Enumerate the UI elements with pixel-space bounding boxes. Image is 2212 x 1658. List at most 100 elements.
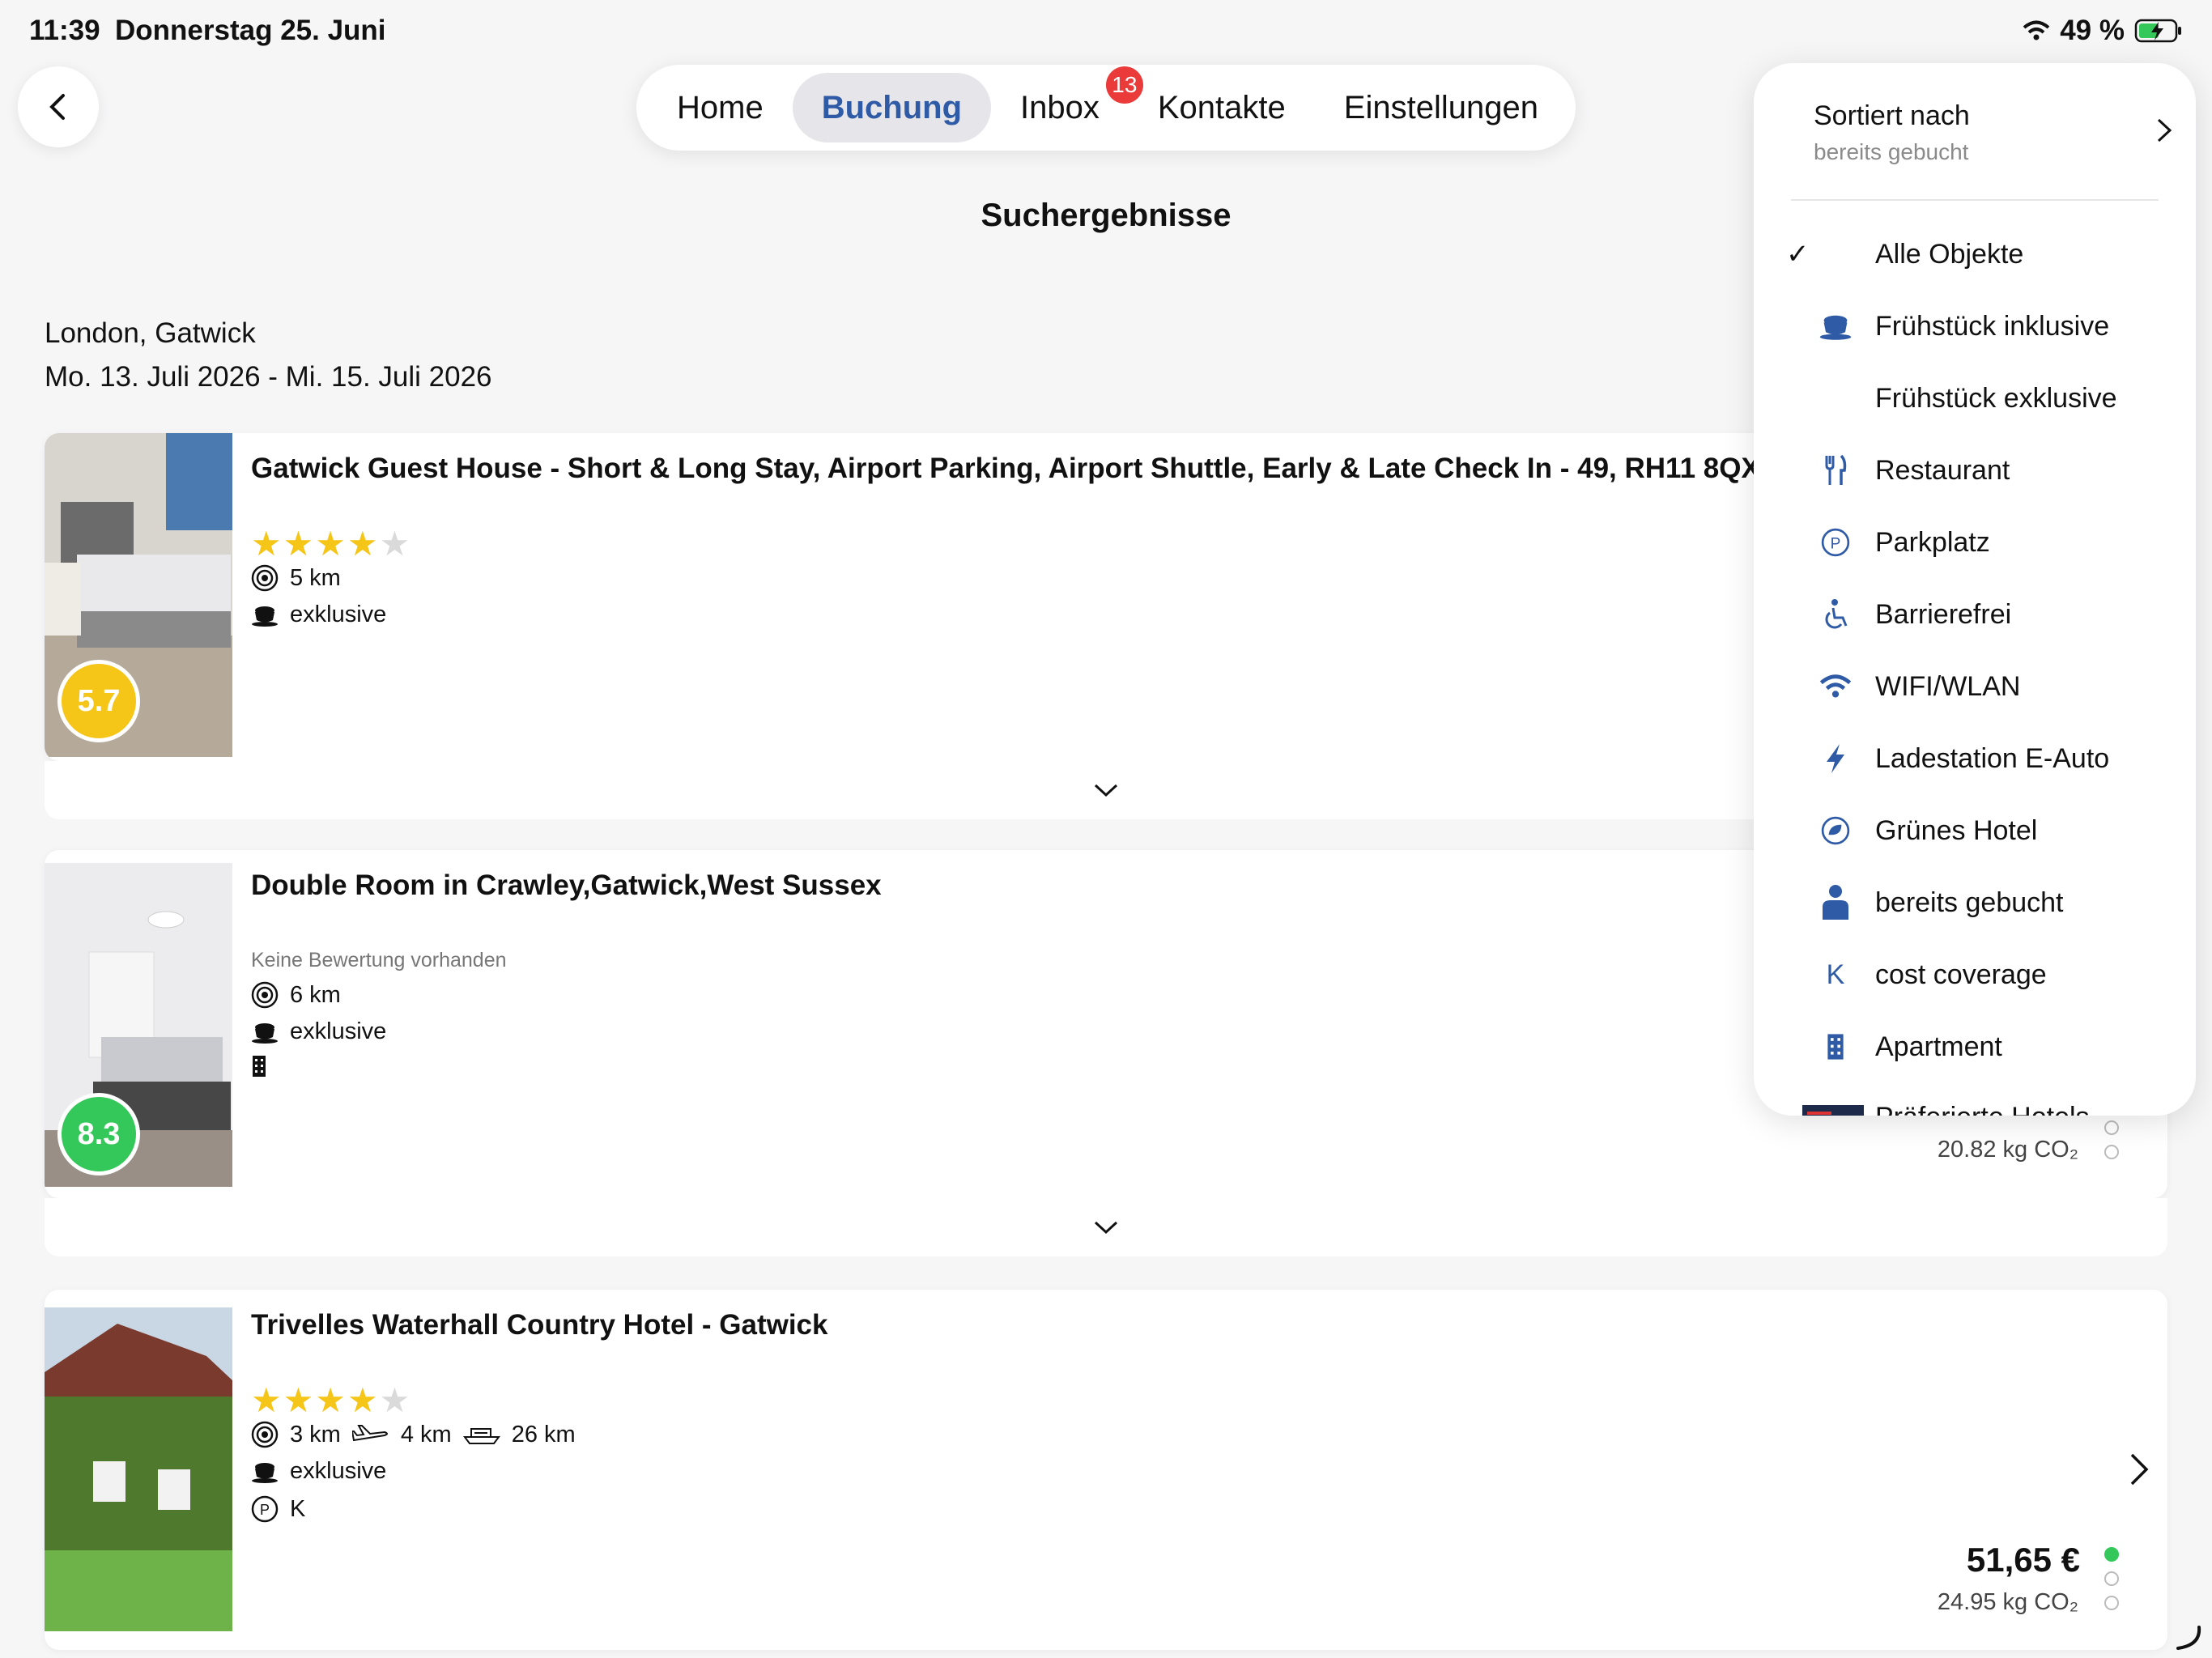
price: 51,65 € bbox=[1966, 1541, 2080, 1579]
filter-item-parkplatz[interactable]: P Parkplatz bbox=[1754, 507, 2196, 578]
filter-item-bereits-gebucht[interactable]: bereits gebucht bbox=[1754, 867, 2196, 938]
back-button[interactable] bbox=[18, 66, 99, 147]
status-bar: 11:39 Donnerstag 25. Juni 49 % bbox=[0, 0, 2212, 65]
breakfast-value: exklusive bbox=[290, 602, 387, 627]
tab-inbox[interactable]: Inbox 13 bbox=[991, 66, 1143, 142]
parking-icon: P bbox=[251, 1495, 279, 1523]
distance-value: 3 km bbox=[290, 1421, 341, 1448]
breakfast-value: exklusive bbox=[290, 1458, 387, 1484]
divider bbox=[1791, 199, 2159, 201]
filter-item-label: Parkplatz bbox=[1875, 526, 1990, 558]
parking-icon: P bbox=[1817, 524, 1854, 561]
breakfast-row: exklusive bbox=[251, 1458, 386, 1485]
building-icon bbox=[1817, 1028, 1854, 1065]
search-dates: Mo. 13. Juli 2026 - Mi. 15. Juli 2026 bbox=[45, 361, 492, 393]
breakfast-row: exklusive bbox=[251, 602, 386, 628]
loading-spinner-icon bbox=[2176, 1626, 2201, 1650]
battery-percentage: 49 % bbox=[2060, 15, 2125, 46]
target-icon bbox=[251, 1421, 279, 1448]
wifi-icon bbox=[1817, 668, 1854, 705]
chevron-right-icon bbox=[2157, 118, 2172, 142]
rating-score-value: 8.3 bbox=[77, 1116, 121, 1151]
coffee-cup-icon bbox=[252, 1462, 278, 1483]
filter-item-fruehstueck-exklusive[interactable]: Frühstück exklusive bbox=[1754, 363, 2196, 434]
filter-item-alle-objekte[interactable]: ✓ Alle Objekte bbox=[1754, 219, 2196, 290]
filter-item-label: bereits gebucht bbox=[1875, 886, 2064, 918]
wheelchair-icon bbox=[1817, 596, 1854, 633]
status-time: 11:39 bbox=[29, 15, 100, 46]
distance-row: 3 km 4 km 26 km bbox=[251, 1421, 576, 1448]
filter-item-label: Ladestation E-Auto bbox=[1875, 742, 2110, 774]
filter-item-apartment[interactable]: Apartment bbox=[1754, 1011, 2196, 1082]
filter-item-label: Präferierte Hotels bbox=[1875, 1102, 2090, 1116]
cost-coverage-value: K bbox=[290, 1495, 306, 1522]
star-rating: ★★★★★ bbox=[251, 1380, 411, 1420]
expand-toggle[interactable] bbox=[45, 1198, 2167, 1256]
airplane-icon bbox=[351, 1425, 388, 1442]
target-icon bbox=[251, 564, 279, 592]
hotel-title: Trivelles Waterhall Country Hotel - Gatw… bbox=[251, 1309, 828, 1341]
svg-text:P: P bbox=[1831, 535, 1841, 552]
filter-item-label: Barrierefrei bbox=[1875, 598, 2012, 630]
filter-item-barrierefrei[interactable]: Barrierefrei bbox=[1754, 579, 2196, 650]
breakfast-row: exklusive bbox=[251, 1018, 386, 1045]
filter-item-label: Alle Objekte bbox=[1875, 238, 2024, 270]
status-right: 49 % bbox=[2023, 15, 2183, 47]
parking-row: P K bbox=[251, 1495, 305, 1523]
rating-score: 8.3 bbox=[57, 1093, 140, 1175]
tab-einstellungen[interactable]: Einstellungen bbox=[1315, 73, 1568, 142]
tab-buchung[interactable]: Buchung bbox=[792, 73, 992, 142]
chevron-right-icon[interactable] bbox=[2129, 1452, 2150, 1487]
leaf-icon bbox=[1817, 812, 1854, 849]
no-rating-label: Keine Bewertung vorhanden bbox=[251, 949, 507, 971]
filter-item-label: Restaurant bbox=[1875, 454, 2010, 486]
status-dot bbox=[2104, 1120, 2119, 1135]
rating-score: 5.7 bbox=[57, 660, 140, 742]
status-date: Donnerstag 25. Juni bbox=[115, 15, 386, 46]
hotel-title: Gatwick Guest House - Short & Long Stay,… bbox=[251, 453, 1760, 484]
status-dot-active bbox=[2104, 1547, 2119, 1562]
airport-distance: 4 km bbox=[400, 1421, 452, 1448]
hotel-photo bbox=[45, 1307, 232, 1631]
filter-item-label: WIFI/WLAN bbox=[1875, 670, 2021, 702]
person-icon bbox=[1817, 884, 1854, 921]
filter-item-restaurant[interactable]: Restaurant bbox=[1754, 435, 2196, 506]
filter-item-wifi[interactable]: WIFI/WLAN bbox=[1754, 651, 2196, 722]
tab-home[interactable]: Home bbox=[648, 73, 793, 142]
filter-item-label: cost coverage bbox=[1875, 959, 2047, 990]
checkmark-icon: ✓ bbox=[1786, 239, 1810, 270]
filter-item-praeferierte-hotels[interactable]: Präferierte Hotels bbox=[1754, 1082, 2196, 1116]
hotel-title: Double Room in Crawley,Gatwick,West Suss… bbox=[251, 869, 882, 901]
star-rating: ★★★★★ bbox=[251, 524, 411, 563]
k-icon: K bbox=[1826, 959, 1845, 990]
filter-item-label: Frühstück exklusive bbox=[1875, 382, 2117, 414]
coffee-cup-icon bbox=[1817, 308, 1854, 345]
distance-value: 6 km bbox=[290, 981, 341, 1008]
ship-icon bbox=[462, 1428, 500, 1444]
distance-row: 5 km bbox=[251, 564, 341, 592]
status-dot bbox=[2104, 1596, 2119, 1610]
preferred-hotels-icon bbox=[1802, 1099, 1864, 1116]
filter-item-label: Apartment bbox=[1875, 1031, 2002, 1062]
breakfast-value: exklusive bbox=[290, 1018, 387, 1044]
apartment-row bbox=[251, 1054, 267, 1078]
tab-inbox-label: Inbox bbox=[1020, 89, 1100, 125]
filter-item-fruehstueck-inklusive[interactable]: Frühstück inklusive bbox=[1754, 291, 2196, 362]
target-icon bbox=[251, 981, 279, 1009]
chevron-left-icon bbox=[49, 94, 65, 120]
status-dot bbox=[2104, 1571, 2119, 1586]
rating-score-value: 5.7 bbox=[77, 683, 121, 718]
tab-kontakte[interactable]: Kontakte bbox=[1129, 73, 1315, 142]
star-icon: ★★★★★ bbox=[251, 525, 412, 563]
result-card[interactable]: Trivelles Waterhall Country Hotel - Gatw… bbox=[45, 1290, 2167, 1650]
svg-text:P: P bbox=[260, 1502, 270, 1518]
filter-item-gruenes-hotel[interactable]: Grünes Hotel bbox=[1754, 795, 2196, 866]
sort-value: bereits gebucht bbox=[1814, 139, 1969, 164]
filter-item-cost-coverage[interactable]: K cost coverage bbox=[1754, 939, 2196, 1010]
coffee-cup-icon bbox=[252, 606, 278, 627]
filter-item-ladestation[interactable]: Ladestation E-Auto bbox=[1754, 723, 2196, 794]
chevron-down-icon bbox=[1094, 784, 1118, 797]
star-icon: ★★★★★ bbox=[251, 1381, 412, 1419]
filter-menu: Sortiert nach bereits gebucht ✓ Alle Obj… bbox=[1754, 63, 2196, 1116]
status-dot bbox=[2104, 1145, 2119, 1159]
